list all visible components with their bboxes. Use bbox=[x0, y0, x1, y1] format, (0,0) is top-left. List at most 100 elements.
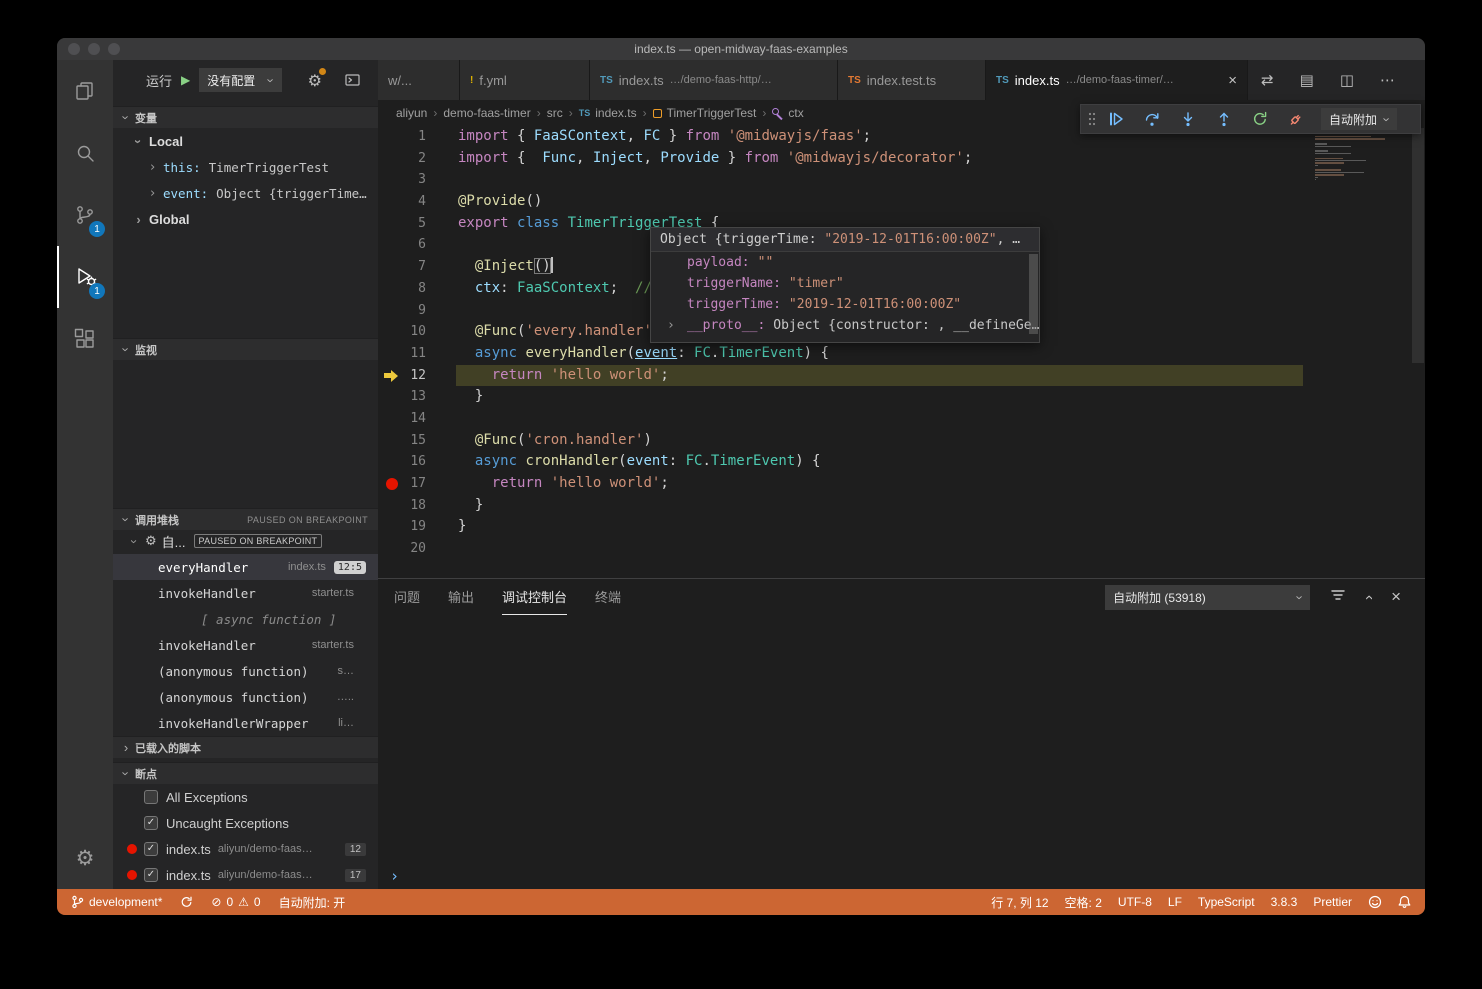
ts-version-status[interactable]: 3.8.3 bbox=[1271, 895, 1298, 909]
step-out-button[interactable] bbox=[1207, 106, 1241, 132]
extensions-icon[interactable] bbox=[57, 308, 113, 370]
debug-console-icon[interactable] bbox=[344, 72, 361, 88]
code-line-16[interactable]: 16 async cronHandler(event: FC.TimerEven… bbox=[378, 451, 1425, 473]
loaded-scripts-section-header[interactable]: › 已载入的脚本 bbox=[113, 736, 378, 758]
editor-tab-index.ts[interactable]: TSindex.ts…/demo-faas-timer/…× bbox=[986, 60, 1248, 100]
debug-config-dropdown[interactable]: 没有配置 › bbox=[199, 68, 281, 92]
stack-frame-invokeHandlerWrapper[interactable]: invokeHandlerWrapperli… bbox=[113, 710, 378, 736]
breadcrumb-ctx[interactable]: ctx bbox=[772, 106, 803, 120]
stack-frame-invokeHandler[interactable]: invokeHandlerstarter.ts bbox=[113, 632, 378, 658]
code-line-4[interactable]: 4@Provide() bbox=[378, 191, 1425, 213]
indentation-status[interactable]: 空格: 2 bbox=[1065, 894, 1102, 911]
breadcrumb-TimerTriggerTest[interactable]: TimerTriggerTest bbox=[653, 106, 757, 120]
manage-gear-icon[interactable]: ⚙ bbox=[57, 827, 113, 889]
step-over-button[interactable] bbox=[1135, 106, 1169, 132]
eol-status[interactable]: LF bbox=[1168, 895, 1182, 909]
hover-property-__proto__[interactable]: ›__proto__:Object {constructor: , __defi… bbox=[651, 315, 1039, 336]
breadcrumb-demo-faas-timer[interactable]: demo-faas-timer bbox=[443, 106, 530, 120]
debug-session-dropdown[interactable]: 自动附加 (53918) › bbox=[1105, 585, 1310, 610]
restart-button[interactable] bbox=[1243, 106, 1277, 132]
variable-event[interactable]: ›event:Object {triggerTime… bbox=[113, 180, 378, 206]
editor-tab-w/...[interactable]: w/... bbox=[378, 60, 460, 100]
variables-scope-Local[interactable]: ›Local bbox=[113, 128, 378, 154]
code-line-2[interactable]: 2import { Func, Inject, Provide } from '… bbox=[378, 148, 1425, 170]
branch-status[interactable]: development* bbox=[71, 895, 162, 909]
variables-scope-Global[interactable]: ›Global bbox=[113, 206, 378, 232]
auto-attach-status[interactable]: 自动附加: 开 bbox=[279, 894, 346, 911]
code-line-17[interactable]: 17 return 'hello world'; bbox=[378, 473, 1425, 495]
code-line-13[interactable]: 13 } bbox=[378, 386, 1425, 408]
code-line-18[interactable]: 18 } bbox=[378, 495, 1425, 517]
problems-status[interactable]: ⊘ 0 ⚠ 0 bbox=[211, 895, 260, 909]
breakpoint-checkbox[interactable]: ✓ bbox=[144, 842, 158, 856]
breadcrumb-aliyun[interactable]: aliyun bbox=[396, 106, 427, 120]
breadcrumb-src[interactable]: src bbox=[547, 106, 563, 120]
minimize-window-button[interactable] bbox=[88, 43, 100, 55]
continue-button[interactable] bbox=[1099, 106, 1133, 132]
breadcrumb-index.ts[interactable]: TSindex.ts bbox=[579, 106, 637, 120]
panel-tab-调试控制台[interactable]: 调试控制台 bbox=[502, 579, 567, 615]
code-line-12[interactable]: 12 return 'hello world'; bbox=[378, 365, 1425, 387]
source-control-icon[interactable]: 1 bbox=[57, 184, 113, 246]
start-debug-icon[interactable]: ▶ bbox=[181, 73, 190, 87]
panel-tab-问题[interactable]: 问题 bbox=[394, 579, 420, 615]
formatter-status[interactable]: Prettier bbox=[1313, 895, 1352, 909]
explorer-icon[interactable] bbox=[57, 60, 113, 122]
breakpoint-checkbox[interactable] bbox=[144, 790, 158, 804]
code-line-3[interactable]: 3 bbox=[378, 169, 1425, 191]
hover-scrollbar[interactable] bbox=[1029, 254, 1038, 334]
minimap[interactable] bbox=[1315, 136, 1411, 183]
stack-frame-invokeHandler[interactable]: invokeHandlerstarter.ts bbox=[113, 580, 378, 606]
open-changes-icon[interactable]: ⇄ bbox=[1261, 71, 1274, 89]
panel-tab-输出[interactable]: 输出 bbox=[448, 579, 474, 615]
stack-frame-(anonymous function)[interactable]: (anonymous function)s… bbox=[113, 658, 378, 684]
code-line-11[interactable]: 11 async everyHandler(event: FC.TimerEve… bbox=[378, 343, 1425, 365]
callstack-section-header[interactable]: › 调用堆栈 PAUSED ON BREAKPOINT bbox=[113, 508, 378, 530]
language-status[interactable]: TypeScript bbox=[1198, 895, 1255, 909]
editor-tab-f.yml[interactable]: !f.yml bbox=[460, 60, 590, 100]
breakpoint-row-index.ts[interactable]: ✓index.tsaliyun/demo-faas…17 bbox=[113, 862, 378, 888]
editor-tab-index.ts[interactable]: TSindex.ts…/demo-faas-http/… bbox=[590, 60, 838, 100]
variable-this[interactable]: ›this:TimerTriggerTest bbox=[113, 154, 378, 180]
hover-property-triggerTime[interactable]: triggerTime:"2019-12-01T16:00:00Z" bbox=[651, 294, 1039, 315]
editor-tab-index.test.ts[interactable]: TSindex.test.ts bbox=[838, 60, 986, 100]
hover-property-payload[interactable]: payload:"" bbox=[651, 252, 1039, 273]
breakpoint-row-index.ts[interactable]: ✓index.tsaliyun/demo-faas…12 bbox=[113, 836, 378, 862]
cursor-position-status[interactable]: 行 7, 列 12 bbox=[991, 894, 1048, 911]
configure-gear-icon[interactable]: ⚙ bbox=[308, 71, 322, 90]
filter-icon[interactable] bbox=[1330, 587, 1346, 607]
watch-section-header[interactable]: › 监视 bbox=[113, 338, 378, 360]
breakpoint-row-All Exceptions[interactable]: All Exceptions bbox=[113, 784, 378, 810]
zoom-window-button[interactable] bbox=[108, 43, 120, 55]
stack-frame-everyHandler[interactable]: everyHandlerindex.ts12:5 bbox=[113, 554, 378, 580]
layout-icon[interactable]: ▤ bbox=[1300, 71, 1314, 89]
code-editor[interactable]: 1import { FaaSContext, FC } from '@midwa… bbox=[378, 126, 1425, 578]
breakpoint-row-Uncaught Exceptions[interactable]: ✓Uncaught Exceptions bbox=[113, 810, 378, 836]
drag-handle-icon[interactable] bbox=[1087, 110, 1097, 128]
code-line-14[interactable]: 14 bbox=[378, 408, 1425, 430]
run-and-debug-icon[interactable]: 1 bbox=[57, 246, 113, 308]
close-panel-icon[interactable]: × bbox=[1391, 587, 1401, 607]
stack-frame-(anonymous function)[interactable]: (anonymous function)….. bbox=[113, 684, 378, 710]
encoding-status[interactable]: UTF-8 bbox=[1118, 895, 1152, 909]
close-icon[interactable]: × bbox=[1220, 72, 1237, 89]
code-line-19[interactable]: 19} bbox=[378, 516, 1425, 538]
notifications-bell-icon[interactable] bbox=[1398, 895, 1411, 909]
close-window-button[interactable] bbox=[68, 43, 80, 55]
hover-property-triggerName[interactable]: triggerName:"timer" bbox=[651, 273, 1039, 294]
sync-status[interactable] bbox=[180, 896, 193, 909]
variables-section-header[interactable]: › 变量 bbox=[113, 106, 378, 128]
maximize-panel-icon[interactable]: › bbox=[1360, 595, 1377, 600]
code-line-20[interactable]: 20 bbox=[378, 538, 1425, 560]
breakpoints-section-header[interactable]: › 断点 bbox=[113, 762, 378, 784]
breakpoint-checkbox[interactable]: ✓ bbox=[144, 816, 158, 830]
feedback-icon[interactable] bbox=[1368, 895, 1382, 909]
split-editor-icon[interactable]: ◫ bbox=[1340, 71, 1354, 89]
debug-console-output[interactable] bbox=[378, 615, 1425, 863]
step-into-button[interactable] bbox=[1171, 106, 1205, 132]
auto-attach-dropdown[interactable]: 自动附加 › bbox=[1321, 108, 1397, 130]
search-icon[interactable] bbox=[57, 122, 113, 184]
disconnect-button[interactable] bbox=[1279, 106, 1313, 132]
code-line-15[interactable]: 15 @Func('cron.handler') bbox=[378, 430, 1425, 452]
breakpoint-checkbox[interactable]: ✓ bbox=[144, 868, 158, 882]
